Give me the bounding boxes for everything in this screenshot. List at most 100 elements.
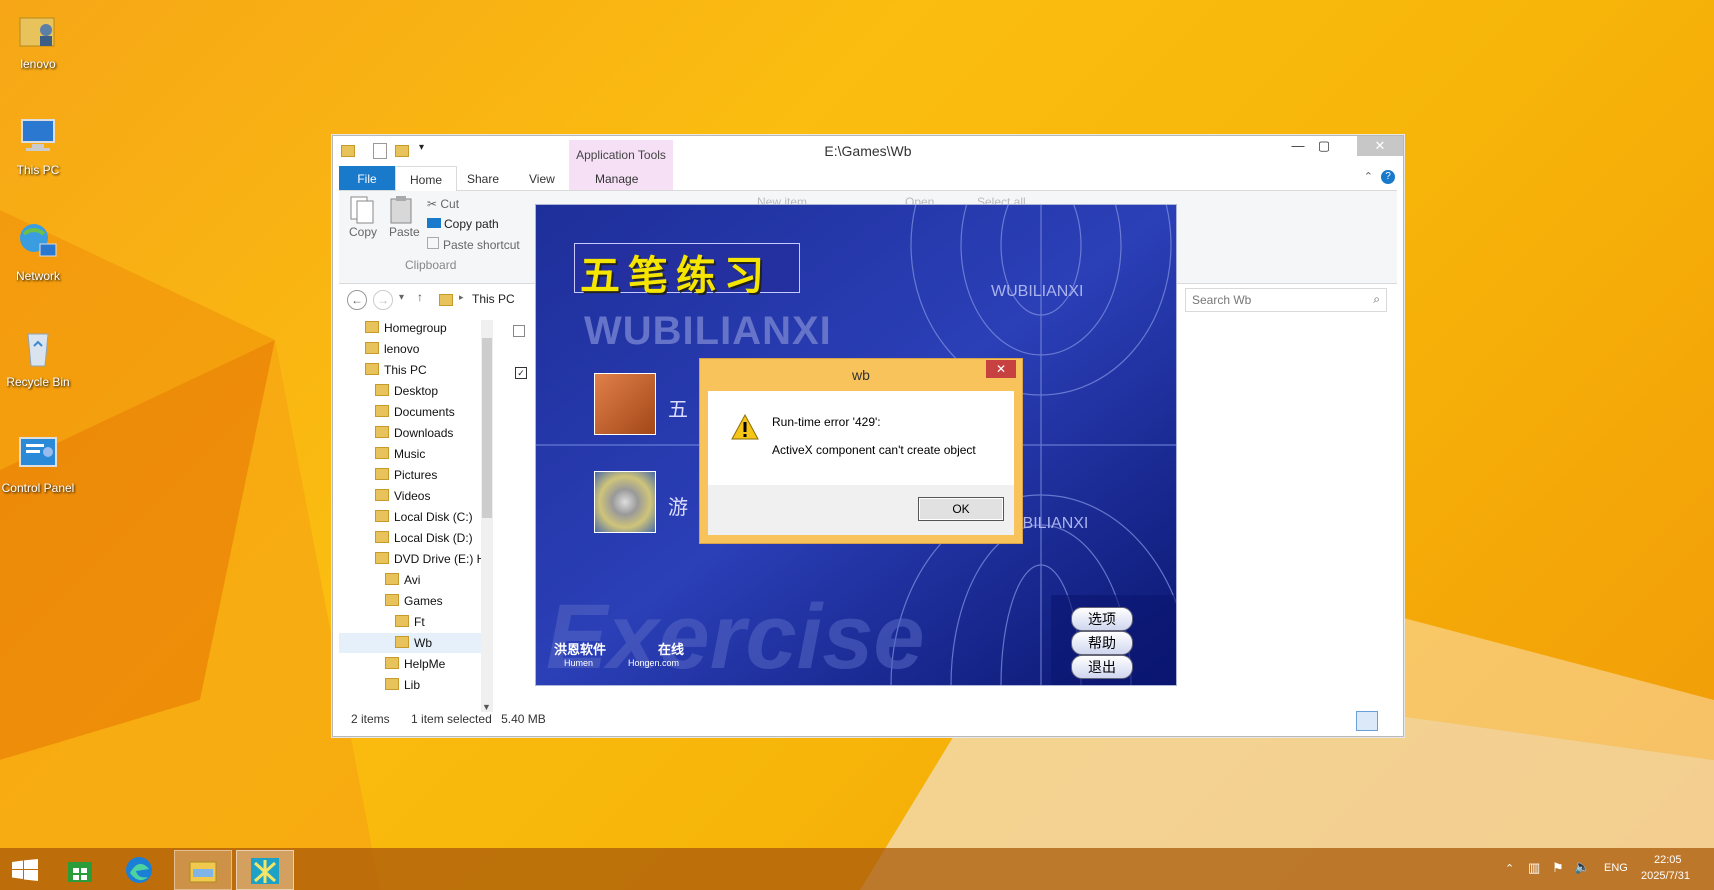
folder-icon — [365, 342, 379, 354]
desktop-icon-recycle-bin[interactable]: Recycle Bin — [0, 326, 76, 389]
error-dialog: wb ✕ Run-time error '429': ActiveX compo… — [699, 358, 1023, 544]
address-folder-icon — [439, 294, 453, 306]
forward-arrow-icon[interactable]: → — [373, 290, 393, 310]
tab-home[interactable]: Home — [395, 166, 458, 192]
action-center-icon[interactable]: ⚑ — [1552, 860, 1564, 876]
navigation-bar: ← → ▾ ↑ ▸ This PC — [347, 288, 547, 312]
search-placeholder: Search Wb — [1192, 293, 1252, 307]
nav-item-label: Local Disk (D:) — [394, 531, 473, 545]
desktop-icon-control-panel[interactable]: Control Panel — [0, 432, 76, 495]
minimize-button[interactable]: — — [1285, 136, 1311, 156]
status-size: 5.40 MB — [501, 712, 546, 726]
nav-item[interactable]: Documents — [375, 402, 455, 422]
store-icon — [68, 862, 92, 882]
desktop-icon-lenovo[interactable]: lenovo — [0, 8, 76, 71]
file-row-checkbox[interactable]: ✓ — [515, 367, 527, 379]
chevron-up-icon[interactable]: ⌃ — [1364, 170, 1373, 183]
network-status-icon[interactable]: ▥ — [1528, 860, 1540, 876]
taskbar-store-button[interactable] — [52, 850, 108, 888]
volume-icon[interactable]: 🔈 — [1574, 859, 1590, 875]
publisher-name-en: Humen — [564, 658, 594, 668]
clock-date[interactable]: 2025/7/31 — [1641, 870, 1690, 882]
windows-logo-icon — [12, 859, 38, 881]
tab-manage[interactable]: Manage — [581, 166, 652, 190]
paste-shortcut-button[interactable]: Paste shortcut — [427, 237, 520, 252]
back-arrow-icon[interactable]: ← — [347, 290, 367, 310]
nav-item[interactable]: Lib — [385, 675, 420, 695]
taskbar-wubi-button[interactable] — [236, 850, 294, 890]
navigation-pane: Homegroup lenovo This PC Desktop Documents Do… — [339, 318, 485, 712]
exit-menu-button[interactable]: 退出 — [1071, 655, 1133, 679]
error-line-2: ActiveX component can't create object — [772, 443, 976, 457]
breadcrumb-this-pc[interactable]: This PC — [472, 292, 515, 306]
details-view-button[interactable] — [1356, 711, 1378, 731]
taskbar-explorer-button[interactable] — [174, 850, 232, 890]
header-checkbox[interactable] — [513, 325, 525, 337]
nav-item[interactable]: HelpMe — [385, 654, 445, 674]
nav-item-label: lenovo — [384, 342, 420, 356]
nav-item[interactable]: Music — [375, 444, 425, 464]
dialog-close-button[interactable]: ✕ — [986, 360, 1016, 378]
game-tile[interactable] — [594, 471, 656, 533]
nav-item[interactable]: Downloads — [375, 423, 453, 443]
tab-file[interactable]: File — [339, 166, 395, 190]
exercise-watermark: Exercise — [546, 586, 925, 686]
breadcrumb-separator-icon: ▸ — [459, 292, 464, 302]
large-icons-view-button[interactable] — [1380, 711, 1398, 729]
explorer-titlebar[interactable]: ▾ E:\Games\Wb — ▢ ✕ — [333, 136, 1403, 166]
nav-item-label: Local Disk (C:) — [394, 510, 473, 524]
cut-button[interactable]: ✂ Cut — [427, 197, 459, 211]
options-menu-button[interactable]: 选项 — [1071, 607, 1133, 631]
maximize-button[interactable]: ▢ — [1311, 136, 1337, 156]
window-title: E:\Games\Wb — [824, 143, 912, 159]
help-menu-button[interactable]: 帮助 — [1071, 631, 1133, 655]
tab-view[interactable]: View — [515, 166, 569, 190]
copy-button[interactable]: Copy — [347, 195, 381, 247]
folder-icon — [385, 573, 399, 585]
typing-practice-tile[interactable] — [594, 373, 656, 435]
clock-time[interactable]: 22:05 — [1654, 854, 1682, 866]
taskbar-edge-button[interactable] — [112, 850, 168, 888]
folder-icon — [365, 321, 379, 333]
help-icon[interactable]: ? — [1381, 170, 1395, 184]
nav-item-label: Ft — [414, 615, 425, 629]
nav-item[interactable]: Pictures — [375, 465, 437, 485]
online-url: Hongen.com — [628, 658, 680, 668]
start-button[interactable] — [0, 850, 56, 888]
nav-item[interactable]: lenovo — [365, 339, 419, 359]
ok-button[interactable]: OK — [918, 497, 1004, 521]
file-explorer-icon — [189, 861, 217, 883]
nav-item[interactable]: DVD Drive (E:) H — [375, 549, 485, 569]
folder-icon — [375, 405, 389, 417]
nav-item[interactable]: Local Disk (C:) — [375, 507, 473, 527]
scroll-down-icon[interactable]: ▼ — [482, 702, 491, 712]
nav-pane-scrollbar[interactable]: ▼ — [481, 320, 493, 712]
show-hidden-icons[interactable]: ⌃ — [1505, 862, 1514, 875]
edge-browser-icon — [126, 857, 152, 883]
nav-item[interactable]: Games — [385, 591, 443, 611]
nav-item[interactable]: Ft — [395, 612, 425, 632]
paste-shortcut-icon — [427, 237, 439, 249]
search-box[interactable]: Search Wb ⌕ — [1185, 288, 1387, 312]
nav-item[interactable]: This PC — [365, 360, 427, 380]
desktop-icon-this-pc[interactable]: This PC — [0, 114, 76, 177]
copy-label: Copy — [349, 225, 378, 239]
up-arrow-icon[interactable]: ↑ — [417, 290, 423, 304]
ribbon-tabs: File Home Share View Manage ⌃ ? — [339, 166, 1397, 192]
nav-item[interactable]: Desktop — [375, 381, 438, 401]
nav-item[interactable]: Avi — [385, 570, 420, 590]
desktop-icon-network[interactable]: Network — [0, 220, 76, 283]
recent-locations-icon[interactable]: ▾ — [399, 292, 404, 303]
nav-item[interactable]: Wb — [339, 633, 485, 653]
tab-share[interactable]: Share — [453, 166, 513, 190]
close-button[interactable]: ✕ — [1357, 136, 1403, 156]
nav-item[interactable]: Homegroup — [365, 318, 447, 338]
input-language[interactable]: ENG — [1604, 862, 1628, 874]
nav-item-label: DVD Drive (E:) H — [394, 552, 485, 566]
paste-button[interactable]: Paste — [387, 195, 421, 247]
nav-item[interactable]: Videos — [375, 486, 430, 506]
folder-icon — [385, 657, 399, 669]
copy-path-button[interactable]: Copy path — [427, 217, 499, 231]
online-logo: 在线 Hongen.com — [628, 639, 684, 668]
nav-item[interactable]: Local Disk (D:) — [375, 528, 473, 548]
